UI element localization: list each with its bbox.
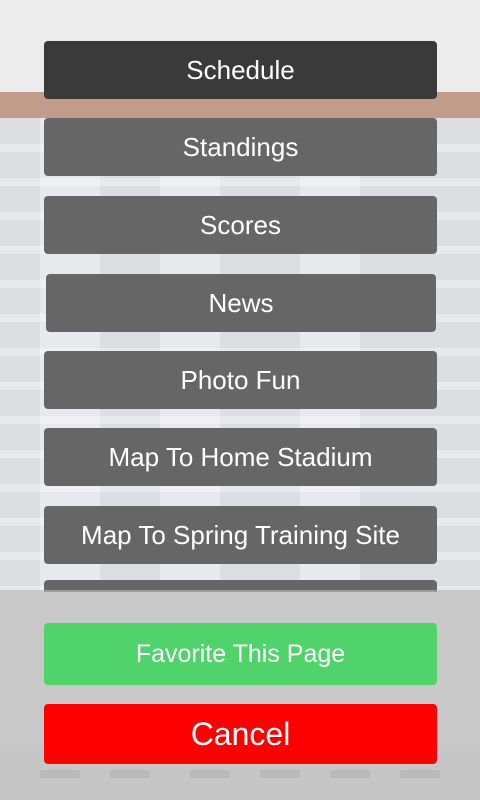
favorite-page-button[interactable]: Favorite This Page <box>44 623 437 685</box>
news-button[interactable]: News <box>46 274 436 332</box>
map-home-stadium-button[interactable]: Map To Home Stadium <box>44 428 437 486</box>
photo-fun-button[interactable]: Photo Fun <box>44 351 437 409</box>
schedule-button[interactable]: Schedule <box>44 41 437 99</box>
cancel-button[interactable]: Cancel <box>44 704 437 764</box>
standings-button[interactable]: Standings <box>44 118 437 176</box>
action-sheet-backdrop <box>0 590 480 800</box>
scores-button[interactable]: Scores <box>44 196 437 254</box>
map-spring-training-button[interactable]: Map To Spring Training Site <box>44 506 437 564</box>
